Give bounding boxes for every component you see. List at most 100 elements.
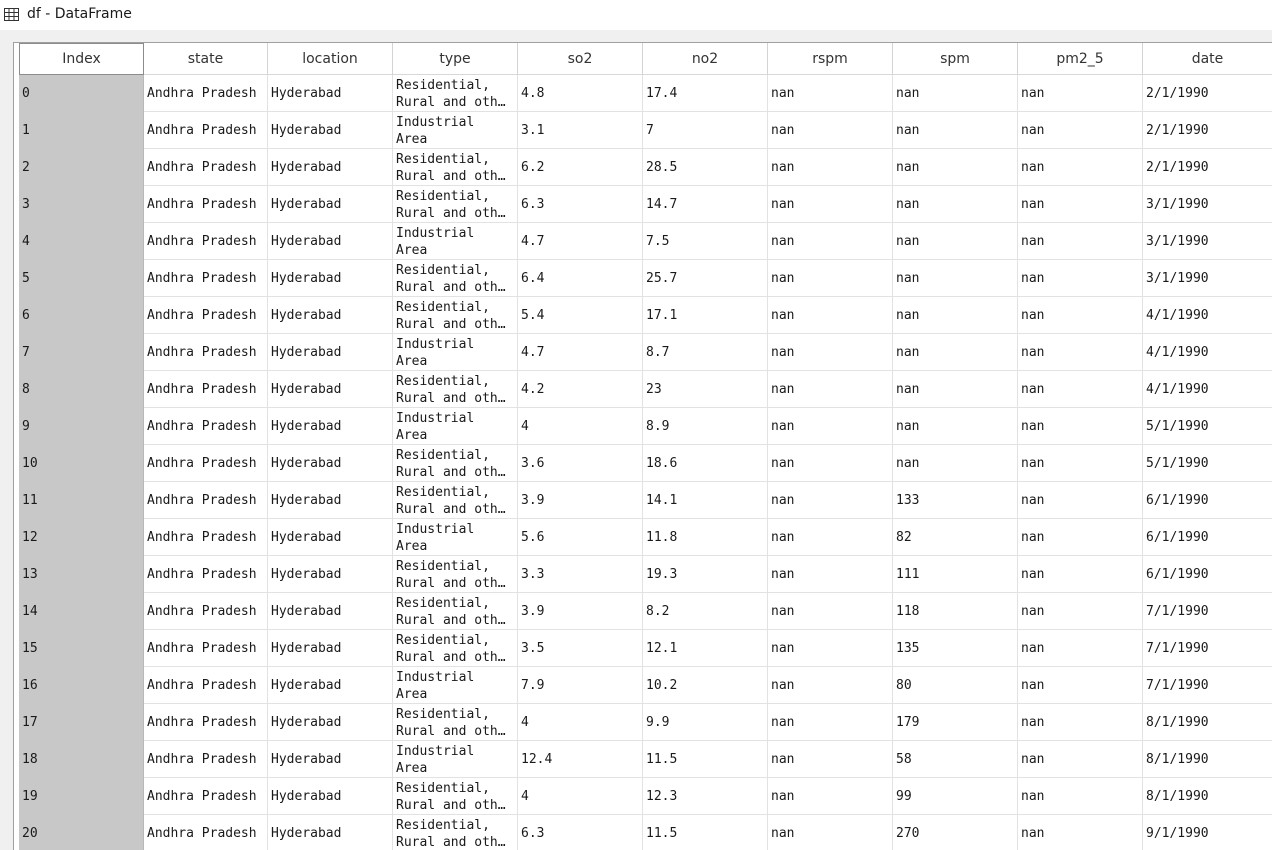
- cell-date[interactable]: 7/1/1990: [1143, 667, 1272, 704]
- column-header-rspm[interactable]: rspm: [768, 43, 893, 75]
- cell-pm2_5[interactable]: nan: [1018, 778, 1143, 815]
- cell-index[interactable]: 18: [19, 741, 144, 778]
- cell-location[interactable]: Hyderabad: [268, 630, 393, 667]
- table-row[interactable]: 0 Andhra Pradesh Hyderabad Residential, Rura…: [19, 75, 1272, 112]
- cell-state[interactable]: Andhra Pradesh: [144, 223, 268, 260]
- cell-no2[interactable]: 14.7: [643, 186, 768, 223]
- cell-so2[interactable]: 4.7: [518, 334, 643, 371]
- cell-so2[interactable]: 6.3: [518, 815, 643, 850]
- cell-pm2_5[interactable]: nan: [1018, 667, 1143, 704]
- cell-date[interactable]: 3/1/1990: [1143, 260, 1272, 297]
- cell-location[interactable]: Hyderabad: [268, 778, 393, 815]
- cell-index[interactable]: 19: [19, 778, 144, 815]
- cell-type[interactable]: Residential, Rural and oth…: [393, 556, 518, 593]
- cell-spm[interactable]: 133: [893, 482, 1018, 519]
- table-row[interactable]: 16 Andhra Pradesh Hyderabad Industrial Area 7…: [19, 667, 1272, 704]
- cell-location[interactable]: Hyderabad: [268, 186, 393, 223]
- cell-index[interactable]: 10: [19, 445, 144, 482]
- cell-so2[interactable]: 3.6: [518, 445, 643, 482]
- cell-rspm[interactable]: nan: [768, 260, 893, 297]
- cell-index[interactable]: 20: [19, 815, 144, 850]
- dataframe-grid[interactable]: Index state location type so2 no2 rspm s…: [13, 42, 1272, 850]
- cell-so2[interactable]: 6.4: [518, 260, 643, 297]
- table-row[interactable]: 1 Andhra Pradesh Hyderabad Industrial Area 3.…: [19, 112, 1272, 149]
- cell-pm2_5[interactable]: nan: [1018, 75, 1143, 112]
- cell-location[interactable]: Hyderabad: [268, 371, 393, 408]
- cell-no2[interactable]: 18.6: [643, 445, 768, 482]
- cell-no2[interactable]: 8.9: [643, 408, 768, 445]
- cell-so2[interactable]: 3.9: [518, 482, 643, 519]
- cell-pm2_5[interactable]: nan: [1018, 223, 1143, 260]
- cell-rspm[interactable]: nan: [768, 112, 893, 149]
- cell-pm2_5[interactable]: nan: [1018, 112, 1143, 149]
- cell-location[interactable]: Hyderabad: [268, 75, 393, 112]
- cell-spm[interactable]: nan: [893, 371, 1018, 408]
- cell-so2[interactable]: 5.4: [518, 297, 643, 334]
- cell-pm2_5[interactable]: nan: [1018, 482, 1143, 519]
- cell-location[interactable]: Hyderabad: [268, 593, 393, 630]
- cell-date[interactable]: 3/1/1990: [1143, 223, 1272, 260]
- cell-state[interactable]: Andhra Pradesh: [144, 149, 268, 186]
- cell-state[interactable]: Andhra Pradesh: [144, 556, 268, 593]
- column-header-pm2_5[interactable]: pm2_5: [1018, 43, 1143, 75]
- cell-rspm[interactable]: nan: [768, 75, 893, 112]
- cell-spm[interactable]: nan: [893, 149, 1018, 186]
- cell-type[interactable]: Residential, Rural and oth…: [393, 815, 518, 850]
- cell-date[interactable]: 5/1/1990: [1143, 408, 1272, 445]
- cell-rspm[interactable]: nan: [768, 223, 893, 260]
- cell-index[interactable]: 6: [19, 297, 144, 334]
- cell-state[interactable]: Andhra Pradesh: [144, 593, 268, 630]
- cell-location[interactable]: Hyderabad: [268, 519, 393, 556]
- cell-rspm[interactable]: nan: [768, 704, 893, 741]
- cell-pm2_5[interactable]: nan: [1018, 630, 1143, 667]
- cell-no2[interactable]: 12.1: [643, 630, 768, 667]
- cell-rspm[interactable]: nan: [768, 297, 893, 334]
- column-header-no2[interactable]: no2: [643, 43, 768, 75]
- cell-no2[interactable]: 23: [643, 371, 768, 408]
- cell-type[interactable]: Industrial Area: [393, 112, 518, 149]
- cell-date[interactable]: 8/1/1990: [1143, 778, 1272, 815]
- cell-date[interactable]: 6/1/1990: [1143, 556, 1272, 593]
- cell-no2[interactable]: 25.7: [643, 260, 768, 297]
- cell-location[interactable]: Hyderabad: [268, 556, 393, 593]
- cell-no2[interactable]: 8.2: [643, 593, 768, 630]
- cell-date[interactable]: 9/1/1990: [1143, 815, 1272, 850]
- column-header-index[interactable]: Index: [19, 43, 144, 75]
- column-header-spm[interactable]: spm: [893, 43, 1018, 75]
- cell-spm[interactable]: 135: [893, 630, 1018, 667]
- cell-rspm[interactable]: nan: [768, 630, 893, 667]
- cell-no2[interactable]: 11.8: [643, 519, 768, 556]
- column-header-location[interactable]: location: [268, 43, 393, 75]
- cell-rspm[interactable]: nan: [768, 445, 893, 482]
- cell-no2[interactable]: 17.4: [643, 75, 768, 112]
- table-row[interactable]: 10 Andhra Pradesh Hyderabad Residential, Rur…: [19, 445, 1272, 482]
- cell-spm[interactable]: 82: [893, 519, 1018, 556]
- cell-so2[interactable]: 3.1: [518, 112, 643, 149]
- table-row[interactable]: 15 Andhra Pradesh Hyderabad Residential, Rur…: [19, 630, 1272, 667]
- cell-location[interactable]: Hyderabad: [268, 297, 393, 334]
- table-row[interactable]: 4 Andhra Pradesh Hyderabad Industrial Area 4.…: [19, 223, 1272, 260]
- cell-index[interactable]: 5: [19, 260, 144, 297]
- cell-type[interactable]: Industrial Area: [393, 519, 518, 556]
- cell-date[interactable]: 6/1/1990: [1143, 519, 1272, 556]
- cell-location[interactable]: Hyderabad: [268, 408, 393, 445]
- cell-no2[interactable]: 9.9: [643, 704, 768, 741]
- cell-type[interactable]: Residential, Rural and oth…: [393, 186, 518, 223]
- cell-type[interactable]: Residential, Rural and oth…: [393, 149, 518, 186]
- cell-date[interactable]: 7/1/1990: [1143, 593, 1272, 630]
- table-row[interactable]: 9 Andhra Pradesh Hyderabad Industrial Area 4 8…: [19, 408, 1272, 445]
- cell-type[interactable]: Residential, Rural and oth…: [393, 778, 518, 815]
- cell-pm2_5[interactable]: nan: [1018, 556, 1143, 593]
- cell-index[interactable]: 2: [19, 149, 144, 186]
- table-row[interactable]: 3 Andhra Pradesh Hyderabad Residential, Rura…: [19, 186, 1272, 223]
- cell-type[interactable]: Industrial Area: [393, 408, 518, 445]
- table-row[interactable]: 17 Andhra Pradesh Hyderabad Residential, Rur…: [19, 704, 1272, 741]
- cell-so2[interactable]: 4: [518, 408, 643, 445]
- cell-state[interactable]: Andhra Pradesh: [144, 334, 268, 371]
- cell-so2[interactable]: 3.9: [518, 593, 643, 630]
- cell-date[interactable]: 4/1/1990: [1143, 371, 1272, 408]
- cell-so2[interactable]: 4.8: [518, 75, 643, 112]
- table-row[interactable]: 7 Andhra Pradesh Hyderabad Industrial Area 4.…: [19, 334, 1272, 371]
- cell-date[interactable]: 8/1/1990: [1143, 704, 1272, 741]
- cell-no2[interactable]: 10.2: [643, 667, 768, 704]
